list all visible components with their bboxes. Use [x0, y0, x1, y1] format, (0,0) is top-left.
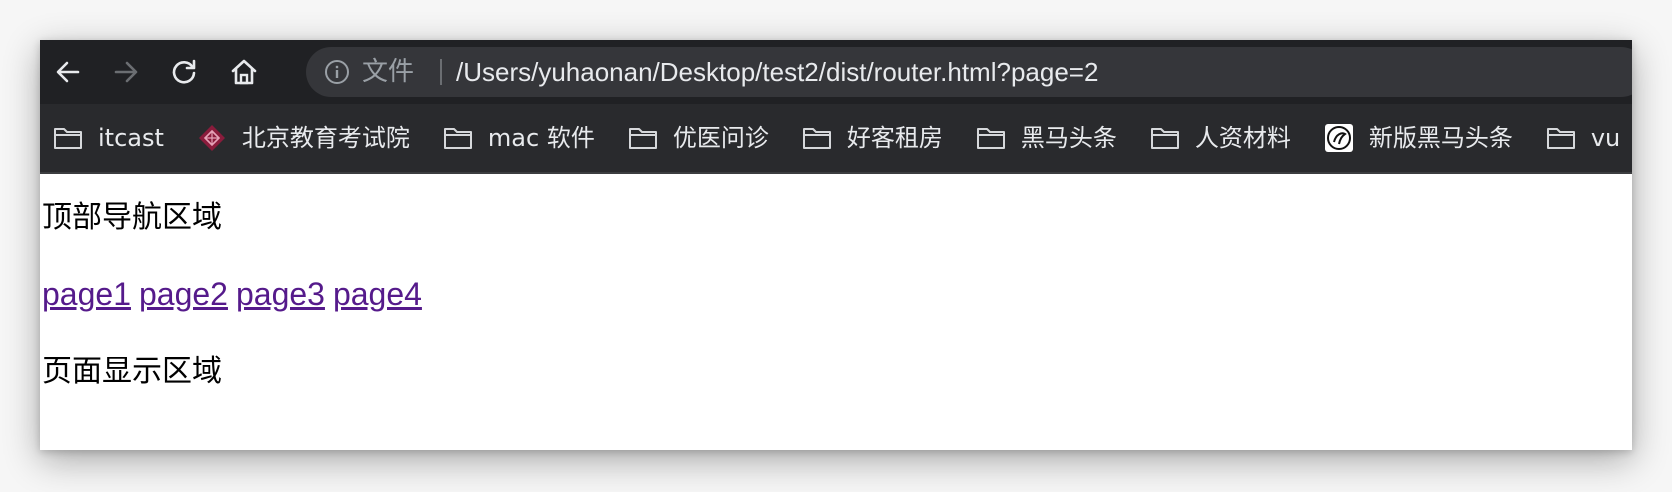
link-page4[interactable]: page4 [333, 276, 422, 312]
browser-toolbar: 文件 /Users/yuhaonan/Desktop/test2/dist/ro… [40, 40, 1632, 104]
page-links: page1 page2 page3 page4 [42, 274, 430, 314]
bookmarks-bar: itcast 北京教育考试院 mac 软件 优医问诊 好客租房 黑马头条 人资材料 新版黑马头… [40, 104, 1632, 174]
folder-icon [442, 124, 474, 152]
folder-icon [975, 124, 1007, 152]
bookmark-label: 人资材料 [1194, 124, 1291, 152]
forward-button[interactable] [108, 54, 144, 90]
home-icon [231, 59, 257, 85]
bookmark-label: 优医问诊 [672, 124, 769, 152]
site-logo-icon [196, 124, 228, 152]
folder-icon [801, 124, 833, 152]
reload-button[interactable] [166, 54, 202, 90]
omnibox-divider [440, 59, 442, 85]
page-content: 顶部导航区域 page1 page2 page3 page4 页面显示区域 [40, 174, 1632, 450]
folder-icon [627, 124, 659, 152]
bookmark-label: 北京教育考试院 [241, 124, 410, 152]
top-nav-area-text: 顶部导航区域 [42, 200, 222, 235]
bookmark-item[interactable]: 新版黑马头条 [1323, 124, 1513, 152]
bookmark-label: 新版黑马头条 [1368, 124, 1513, 152]
back-button[interactable] [50, 54, 86, 90]
bookmark-item[interactable]: vu [1545, 124, 1620, 152]
link-page3[interactable]: page3 [236, 276, 325, 312]
reload-icon [172, 59, 196, 84]
bookmarks-list: itcast 北京教育考试院 mac 软件 优医问诊 好客租房 黑马头条 人资材料 新版黑马头… [40, 104, 1632, 172]
link-page1[interactable]: page1 [42, 276, 131, 312]
browser-window: 文件 /Users/yuhaonan/Desktop/test2/dist/ro… [40, 40, 1632, 450]
address-bar[interactable]: 文件 /Users/yuhaonan/Desktop/test2/dist/ro… [306, 47, 1632, 97]
bookmark-item[interactable]: 好客租房 [801, 124, 943, 152]
bookmark-item[interactable]: itcast [52, 124, 164, 152]
back-arrow-icon [56, 61, 80, 83]
folder-icon [1149, 124, 1181, 152]
site-logo-icon [1323, 124, 1355, 152]
info-icon[interactable] [324, 59, 350, 85]
bookmark-label: mac 软件 [487, 124, 595, 152]
bookmark-item[interactable]: 优医问诊 [627, 124, 769, 152]
folder-icon [1545, 124, 1577, 152]
home-button[interactable] [226, 54, 262, 90]
bookmark-item[interactable]: mac 软件 [442, 124, 595, 152]
bookmark-item[interactable]: 北京教育考试院 [196, 124, 410, 152]
bookmark-item[interactable]: 人资材料 [1149, 124, 1291, 152]
page-display-area-text: 页面显示区域 [42, 354, 222, 389]
bookmark-label: 黑马头条 [1020, 124, 1117, 152]
security-label: 文件 [362, 57, 415, 87]
forward-arrow-icon [114, 61, 138, 83]
bookmark-label: 好客租房 [846, 124, 943, 152]
url-text[interactable]: /Users/yuhaonan/Desktop/test2/dist/route… [456, 57, 1098, 87]
bookmark-label: vu [1590, 124, 1621, 152]
link-page2[interactable]: page2 [139, 276, 228, 312]
bookmark-item[interactable]: 黑马头条 [975, 124, 1117, 152]
folder-icon [52, 124, 84, 152]
bookmark-label: itcast [98, 124, 164, 152]
